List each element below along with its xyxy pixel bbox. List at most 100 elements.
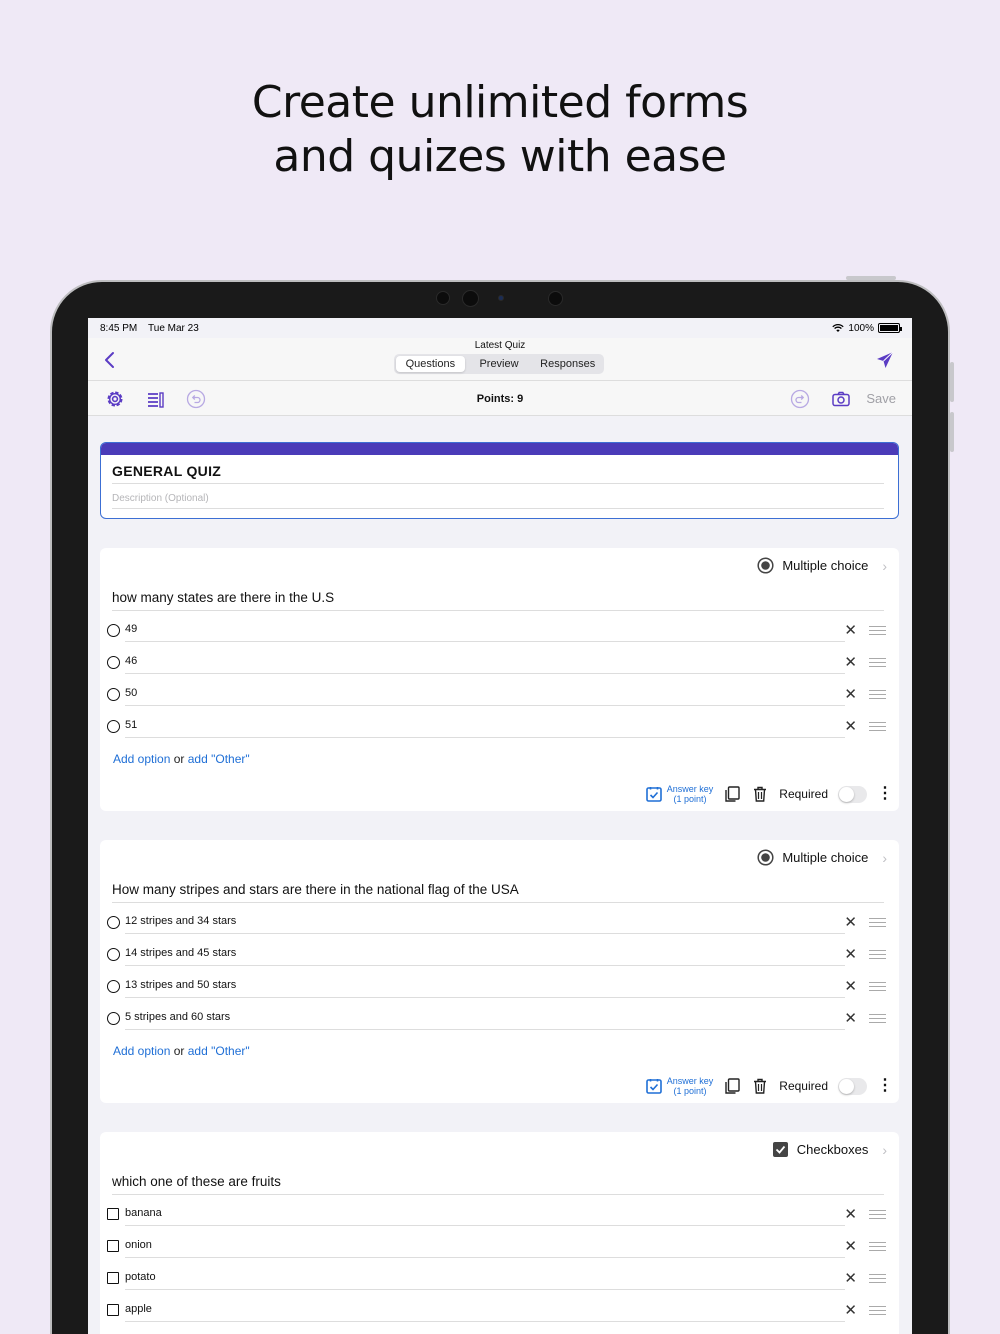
option-label[interactable]: 51	[125, 719, 137, 731]
question-text[interactable]: which one of these are fruits	[112, 1174, 281, 1189]
question-type-selector[interactable]: Checkboxes ›	[772, 1141, 887, 1158]
option-row[interactable]: apple ✕	[107, 1300, 887, 1322]
answer-key-icon	[645, 1079, 662, 1094]
option-row[interactable]: 14 stripes and 45 stars ✕	[107, 944, 887, 966]
option-underline	[125, 737, 845, 738]
volume-down-button	[950, 412, 954, 452]
description-field[interactable]: Description (Optional)	[112, 493, 209, 504]
drag-handle-icon[interactable]	[869, 1274, 886, 1283]
add-option-link[interactable]: Add option	[113, 752, 170, 766]
question-type-selector[interactable]: Multiple choice ›	[757, 557, 887, 574]
camera-lens-icon	[462, 290, 479, 307]
option-row[interactable]: 46 ✕	[107, 652, 887, 674]
back-chevron-icon[interactable]	[102, 350, 118, 370]
camera-icon[interactable]	[830, 388, 852, 410]
option-label[interactable]: apple	[125, 1303, 152, 1315]
drag-handle-icon[interactable]	[869, 658, 886, 667]
drag-handle-icon[interactable]	[869, 982, 886, 991]
option-label[interactable]: potato	[125, 1271, 156, 1283]
radio-icon	[107, 656, 120, 669]
tab-questions[interactable]: Questions	[396, 356, 465, 372]
more-options-icon[interactable]: ⋮	[877, 786, 893, 802]
option-label[interactable]: 12 stripes and 34 stars	[125, 915, 236, 927]
option-underline	[125, 1225, 845, 1226]
more-options-icon[interactable]: ⋮	[877, 1078, 893, 1094]
option-row[interactable]: 51 ✕	[107, 716, 887, 738]
question-underline	[112, 610, 884, 611]
option-underline	[125, 705, 845, 706]
form-title[interactable]: GENERAL QUIZ	[112, 463, 221, 479]
answer-key-button[interactable]: Answer key (1 point)	[645, 1076, 713, 1096]
option-row[interactable]: banana ✕	[107, 1204, 887, 1226]
tab-responses[interactable]: Responses	[533, 356, 602, 372]
battery-icon	[878, 323, 902, 333]
remove-option-icon[interactable]: ✕	[844, 1205, 857, 1223]
remove-option-icon[interactable]: ✕	[844, 685, 857, 703]
drag-handle-icon[interactable]	[869, 950, 886, 959]
option-row[interactable]: 13 stripes and 50 stars ✕	[107, 976, 887, 998]
add-other-link[interactable]: add "Other"	[188, 1044, 250, 1058]
option-label[interactable]: banana	[125, 1207, 162, 1219]
option-label[interactable]: 5 stripes and 60 stars	[125, 1011, 230, 1023]
required-toggle[interactable]	[838, 1077, 867, 1095]
question-card[interactable]: Multiple choice › How many stripes and s…	[100, 840, 899, 1103]
drag-handle-icon[interactable]	[869, 1242, 886, 1251]
answer-key-button[interactable]: Answer key (1 point)	[645, 784, 713, 804]
remove-option-icon[interactable]: ✕	[844, 1237, 857, 1255]
option-label[interactable]: 14 stripes and 45 stars	[125, 947, 236, 959]
tab-preview[interactable]: Preview	[465, 356, 534, 372]
question-card[interactable]: Multiple choice › how many states are th…	[100, 548, 899, 811]
option-underline	[125, 997, 845, 998]
option-label[interactable]: 46	[125, 655, 137, 667]
option-row[interactable]: 49 ✕	[107, 620, 887, 642]
question-text[interactable]: How many stripes and stars are there in …	[112, 882, 519, 897]
drag-handle-icon[interactable]	[869, 1306, 886, 1315]
add-option-link[interactable]: Add option	[113, 1044, 170, 1058]
option-label[interactable]: 13 stripes and 50 stars	[125, 979, 236, 991]
option-row[interactable]: 50 ✕	[107, 684, 887, 706]
drag-handle-icon[interactable]	[869, 918, 886, 927]
save-button[interactable]: Save	[866, 381, 896, 417]
remove-option-icon[interactable]: ✕	[844, 945, 857, 963]
option-label[interactable]: 49	[125, 623, 137, 635]
remove-option-icon[interactable]: ✕	[844, 1009, 857, 1027]
remove-option-icon[interactable]: ✕	[844, 653, 857, 671]
remove-option-icon[interactable]: ✕	[844, 1301, 857, 1319]
app-screen: 8:45 PM Tue Mar 23 100% Latest Quiz Ques…	[88, 318, 912, 1334]
question-text[interactable]: how many states are there in the U.S	[112, 590, 334, 605]
drag-handle-icon[interactable]	[869, 626, 886, 635]
option-row[interactable]: onion ✕	[107, 1236, 887, 1258]
option-row[interactable]: 12 stripes and 34 stars ✕	[107, 912, 887, 934]
duplicate-icon[interactable]	[723, 785, 741, 803]
trash-icon[interactable]	[751, 785, 769, 803]
question-type-selector[interactable]: Multiple choice ›	[757, 849, 887, 866]
drag-handle-icon[interactable]	[869, 722, 886, 731]
duplicate-icon[interactable]	[723, 1077, 741, 1095]
question-type-label: Checkboxes	[796, 1142, 869, 1157]
remove-option-icon[interactable]: ✕	[844, 621, 857, 639]
remove-option-icon[interactable]: ✕	[844, 913, 857, 931]
segmented-control: Questions Preview Responses	[394, 354, 604, 374]
option-row[interactable]: 5 stripes and 60 stars ✕	[107, 1008, 887, 1030]
trash-icon[interactable]	[751, 1077, 769, 1095]
drag-handle-icon[interactable]	[869, 690, 886, 699]
option-underline	[125, 965, 845, 966]
form-header-card[interactable]: GENERAL QUIZ Description (Optional)	[100, 442, 899, 519]
remove-option-icon[interactable]: ✕	[844, 1269, 857, 1287]
option-row[interactable]: potato ✕	[107, 1268, 887, 1290]
drag-handle-icon[interactable]	[869, 1210, 886, 1219]
send-icon[interactable]	[876, 351, 894, 369]
remove-option-icon[interactable]: ✕	[844, 977, 857, 995]
required-toggle[interactable]	[838, 785, 867, 803]
option-label[interactable]: onion	[125, 1239, 152, 1251]
status-bar: 8:45 PM Tue Mar 23 100%	[88, 318, 912, 338]
option-underline	[125, 641, 845, 642]
camera-sensor-icon	[548, 291, 563, 306]
option-label[interactable]: 50	[125, 687, 137, 699]
redo-icon[interactable]	[789, 388, 811, 410]
add-other-link[interactable]: add "Other"	[188, 752, 250, 766]
remove-option-icon[interactable]: ✕	[844, 717, 857, 735]
drag-handle-icon[interactable]	[869, 1014, 886, 1023]
radio-selected-icon	[757, 557, 774, 574]
question-card[interactable]: Checkboxes › which one of these are frui…	[100, 1132, 899, 1334]
